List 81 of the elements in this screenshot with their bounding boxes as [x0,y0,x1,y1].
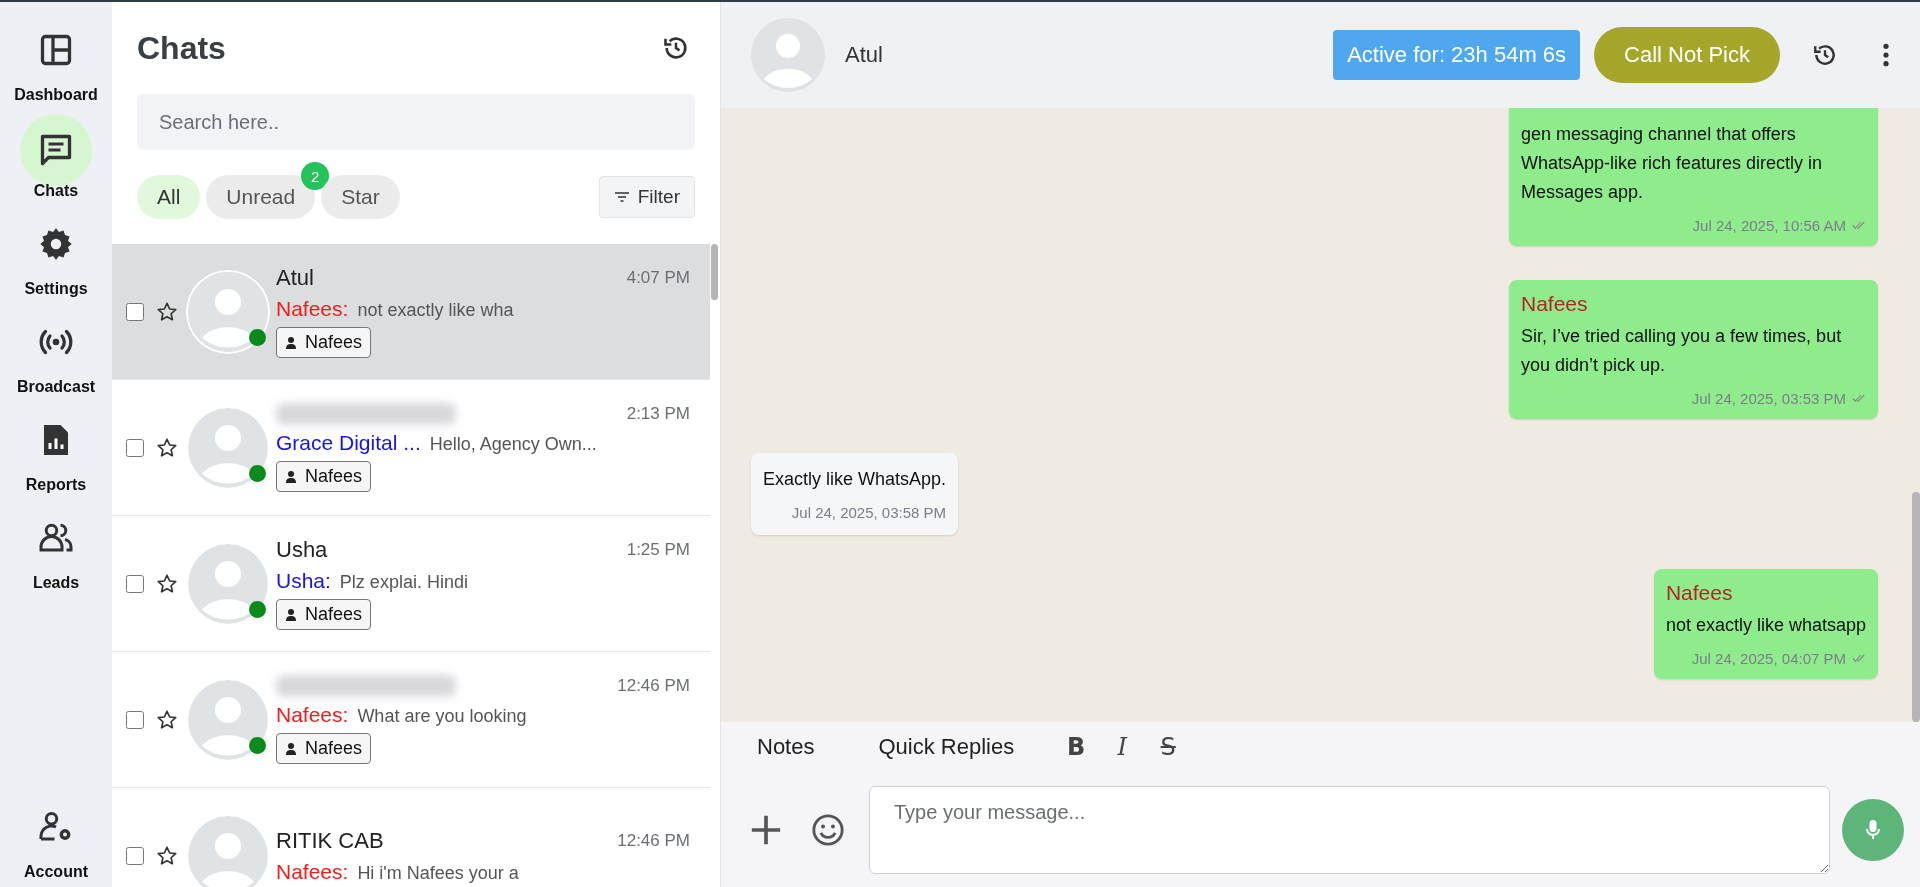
sidebar-item[interactable]: Reports [20,406,92,494]
format-button[interactable]: I [1104,733,1141,761]
scrollbar-thumb[interactable] [1912,492,1920,722]
agent-tag: Nafees [276,733,372,764]
sender-name: Nafees [1521,292,1589,316]
scrollbar-thumb[interactable] [711,244,718,300]
sidebar-item[interactable]: Dashboard [14,16,98,104]
filter-button[interactable]: Filter [598,176,695,218]
contact-name: Atul [276,265,314,291]
composer-tab[interactable]: Quick Replies [878,734,1029,760]
smiley-icon[interactable] [811,812,845,847]
message-time: 1:25 PM [626,540,690,560]
message-preview: Hello, Agency Own... [429,434,597,455]
layout-icon [38,32,74,68]
message-preview: Plz explai. Hindi [339,572,468,593]
sidebar-item[interactable]: Leads [20,504,92,592]
agent-tag: Nafees [276,599,372,630]
sidebar-item[interactable]: Settings [20,210,92,298]
double-check-icon [1852,394,1866,403]
more-options-icon[interactable] [1882,42,1890,68]
select-checkbox[interactable] [126,302,144,321]
agent-tag: Nafees [276,327,372,358]
person-icon [285,741,297,756]
star-icon[interactable] [156,300,178,323]
select-checkbox[interactable] [126,438,144,457]
unread-count-badge: 2 [301,162,330,190]
sender-name: Nafees: [276,859,349,884]
star-icon[interactable] [156,572,178,595]
message-time: Jul 24, 2025, 03:58 PM [791,504,947,521]
filter-icon [613,191,630,203]
sender-name: Nafees: [276,297,349,321]
message-text: gen messaging channel that offers WhatsApp-like rich features directly in Messages app. [1521,123,1824,204]
double-check-icon [1852,221,1866,230]
message-time: 4:07 PM [626,268,690,288]
sender-name: Nafees: [276,703,349,727]
star-icon[interactable] [156,844,178,867]
message-time: 12:46 PM [617,830,690,851]
format-button[interactable]: S [1150,733,1187,761]
star-icon[interactable] [156,436,178,459]
contact-name: RITIK CAB [276,827,384,854]
sender-name: Nafees [1665,581,1734,605]
active-timer-badge: Active for: 23h 54m 6s [1333,30,1581,80]
message-time: Jul 24, 2025, 03:53 PM [1691,390,1846,407]
settings-icon [38,226,74,262]
star-icon[interactable] [156,708,178,731]
select-checkbox[interactable] [126,574,144,593]
sidebar-item[interactable]: Account [20,793,92,881]
format-button[interactable]: B [1058,733,1095,761]
select-checkbox[interactable] [126,710,144,729]
chat-list-item[interactable]: Atul 4:07 PM Nafees: not exactly like wha Nafees [112,244,710,380]
message-text: Exactly like WhatsApp. [763,468,947,491]
search-field[interactable]: Search here.. [137,94,695,150]
page-title: Chats [137,29,226,67]
sidebar-item[interactable]: Broadcast [16,308,96,396]
agent-tag: Nafees [276,461,372,492]
message-text: Sir, I’ve tried calling you a few times, but you didn’t pick up. [1521,325,1843,377]
message-preview: Hi i'm Nafees your a [357,862,519,884]
person-icon [285,335,297,350]
filter-chip[interactable]: All [137,175,201,219]
message-text: not exactly like whatsapp [1665,614,1866,637]
history-icon[interactable] [1812,42,1838,68]
contact-name: Usha [276,537,328,563]
composer-tab[interactable]: Notes [757,734,829,760]
message-input[interactable]: Type your message... [869,785,1830,874]
person-icon [285,607,297,622]
filter-chip[interactable]: Star [321,175,400,219]
microphone-icon [1865,818,1881,841]
select-checkbox[interactable] [126,846,144,865]
contact-name: Atul [845,42,883,68]
message-preview: What are you looking [357,706,527,727]
history-icon[interactable] [662,34,690,62]
sender-name: Grace Digital ... [276,431,421,455]
chat-icon [38,132,74,168]
sender-name: Usha: [276,569,331,593]
person-icon [285,469,297,484]
double-check-icon [1852,654,1866,663]
message-time: Jul 24, 2025, 04:07 PM [1691,650,1846,667]
message-time: 2:13 PM [626,404,690,424]
message-time: Jul 24, 2025, 10:56 AM [1692,217,1846,234]
message-time: 12:46 PM [617,676,690,696]
message-preview: not exactly like wha [357,300,514,321]
